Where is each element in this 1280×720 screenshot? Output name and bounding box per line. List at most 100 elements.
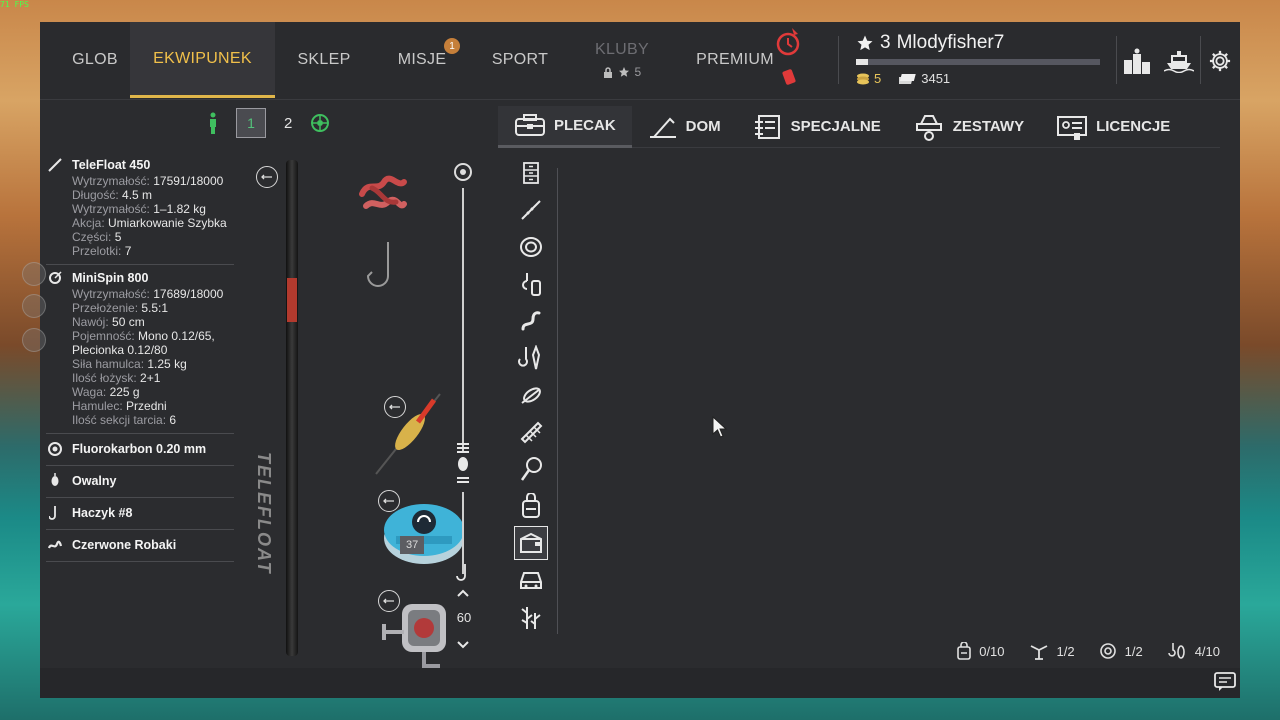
premium-offer-icon[interactable] [774,26,806,92]
reel-property: Waga: 225 g [72,385,234,399]
tab-kluby[interactable]: KLUBY 5 [580,22,664,98]
reel-property-value: 5.5:1 [141,301,169,315]
rod-details[interactable]: TeleFloat 450 Wytrzymałość: 17591/18000 D… [46,152,234,265]
tab-zestawy[interactable]: ZESTAWY [897,106,1040,148]
oval-float-image[interactable] [370,388,450,478]
tab-plecak[interactable]: PLECAK [498,105,632,148]
reel-property: Wytrzymałość: 17689/18000 [72,287,234,301]
top-nav-bar: GLOB EKWIPUNEK SKLEP MISJE 1 SPORT KLUBY… [40,22,1240,100]
reel-name: MiniSpin 800 [72,271,149,285]
rod-property-value: 1–1.82 kg [153,202,206,216]
capacity-rods: 1/2 [1029,642,1075,660]
filter-lures-button[interactable] [514,341,548,375]
depth-up-chevron-icon[interactable] [456,588,470,598]
tab-ekwipunek[interactable]: EKWIPUNEK [130,22,275,98]
fps-counter: 71 FPS [0,0,29,9]
net-icon [520,421,543,444]
overlay-avatar [22,262,46,286]
filter-wobblers-button[interactable] [514,378,548,412]
capacity-lines-value: 1/2 [1124,643,1143,659]
tab-sport[interactable]: SPORT [480,22,560,98]
red-worms-image[interactable] [354,170,414,220]
tab-sklep-label: SKLEP [297,51,351,68]
filter-chests-button[interactable] [514,526,548,560]
tab-zestawy-label: ZESTAWY [952,118,1025,135]
landing-net-icon [520,457,542,481]
filter-vehicles-button[interactable] [514,563,548,597]
filter-landing-button[interactable] [514,452,548,486]
rod-name: TeleFloat 450 [72,158,151,172]
equipment-details: TeleFloat 450 Wytrzymałość: 17591/18000 D… [46,152,234,562]
filter-all-button[interactable] [514,156,548,190]
depth-down-chevron-icon[interactable] [456,640,470,650]
rod-stand-icon [1030,645,1047,660]
line-details[interactable]: Fluorokarbon 0.20 mm [46,434,234,466]
float-position-marker[interactable] [454,442,472,492]
wobbler-icon [521,387,541,404]
filter-divider [557,168,558,634]
sets-icon [915,114,942,141]
chat-icon[interactable] [1214,672,1236,692]
float-details[interactable]: Owalny [46,466,234,498]
bottom-bar [40,668,1240,698]
filter-baits-button[interactable] [514,304,548,338]
inventory-window: GLOB EKWIPUNEK SKLEP MISJE 1 SPORT KLUBY… [22,22,1240,698]
tab-dom[interactable]: DOM [632,106,737,148]
line-spool-icon [1099,643,1116,659]
reel-property-value: 2+1 [140,371,161,385]
reel-property-key: Wytrzymałość: [72,287,154,301]
repair-indicator-icon[interactable] [256,166,278,188]
rod-set-1-label: 1 [247,115,255,131]
capacity-tackle: 4/10 [1167,642,1220,660]
tab-glob[interactable]: GLOB [50,22,140,98]
tournament-boat-icon[interactable] [1162,44,1196,78]
plant-icon [521,607,541,629]
depth-line-upper [462,188,464,452]
item-filter-column [514,156,554,637]
settings-gear-icon[interactable] [1203,44,1237,78]
reel-details[interactable]: MiniSpin 800 Wytrzymałość: 17689/18000 Pr… [46,265,234,434]
player-profile[interactable]: 3 Mlodyfisher7 5 3451 [856,32,1100,92]
rod-image[interactable] [286,160,298,656]
tab-specjalne[interactable]: SPECJALNE [737,106,897,148]
capacity-lines: 1/2 [1099,642,1143,660]
tab-premium[interactable]: PREMIUM [690,22,780,98]
filter-bags-button[interactable] [514,489,548,523]
line-spool-icon [454,163,472,181]
gold-coins-icon [857,73,869,84]
line-spool-icon [46,440,64,458]
rod-property: Akcja: Umiarkowanie Szybka [72,216,234,230]
filter-tackle-button[interactable] [514,267,548,301]
mouse-cursor-icon [712,416,728,438]
rod-set-2-button[interactable]: 2 [284,115,292,132]
filter-rods-button[interactable] [514,193,548,227]
rod-property: Wytrzymałość: 1–1.82 kg [72,202,234,216]
xp-progress-bar [856,59,1100,65]
filter-lines-button[interactable] [514,230,548,264]
tab-misje[interactable]: MISJE [382,22,462,98]
filter-nets-button[interactable] [514,415,548,449]
rod-property: Wytrzymałość: 17591/18000 [72,174,234,188]
rod-icon [521,200,541,220]
tab-misje-label: MISJE [397,51,447,68]
leaderboard-icon[interactable] [1120,44,1154,78]
silver-amount: 3451 [921,71,951,86]
star-icon [618,67,629,77]
tab-premium-label: PREMIUM [696,51,774,68]
hook-image[interactable] [362,238,402,294]
worm-bait-icon [46,536,64,554]
backpack-icon [515,114,545,136]
tab-licencje[interactable]: LICENCJE [1040,106,1186,148]
hook-name: Haczyk #8 [72,505,133,520]
hook-details[interactable]: Haczyk #8 [46,498,234,530]
rod-set-1-button[interactable]: 1 [236,108,266,138]
reel-property-value: Przedni [126,399,167,413]
lure-icon [518,345,541,370]
bait-details[interactable]: Czerwone Robaki [46,530,234,562]
reel-property-key: Nawój: [72,315,113,329]
cabinet-icon [523,162,539,184]
reel-status-icon[interactable] [310,113,330,133]
filter-plants-button[interactable] [514,600,548,634]
gold-currency: 5 [856,71,881,86]
tab-sklep[interactable]: SKLEP [284,22,364,98]
